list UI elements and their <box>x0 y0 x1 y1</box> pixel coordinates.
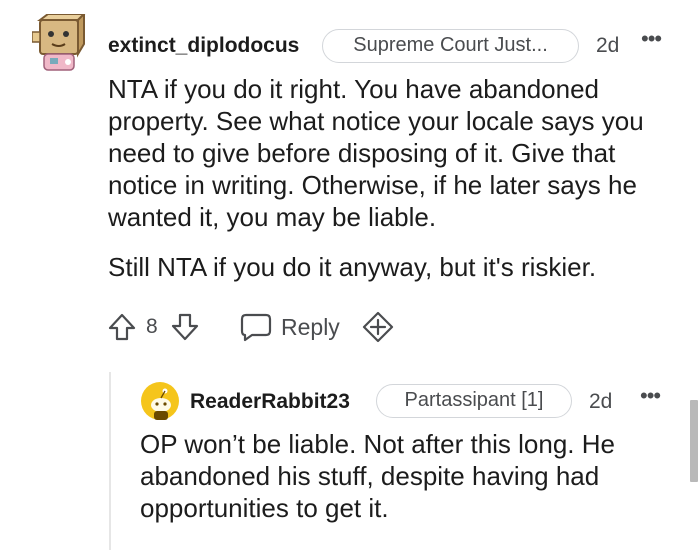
scrollbar[interactable] <box>690 400 698 482</box>
reply-label[interactable]: Reply <box>281 314 340 341</box>
add-award-icon <box>362 311 394 343</box>
reply-username[interactable]: ReaderRabbit23 <box>190 390 350 414</box>
diplodocus-avatar-icon <box>31 11 87 71</box>
reply-body: OP won’t be liable. Not after this long.… <box>140 429 615 523</box>
thread-line[interactable] <box>109 372 111 550</box>
avatar[interactable] <box>31 11 88 74</box>
downvote-button[interactable] <box>170 312 200 342</box>
more-options-button[interactable]: ••• <box>641 26 662 52</box>
snoo-avatar-icon <box>141 382 179 420</box>
comment-timestamp[interactable]: 2d <box>596 34 619 58</box>
reply-button[interactable] <box>240 312 272 342</box>
speech-bubble-icon <box>240 313 272 342</box>
comment-paragraph: Still NTA if you do it anyway, but it's … <box>108 252 597 282</box>
reply-avatar[interactable] <box>141 382 179 420</box>
more-options-button[interactable]: ••• <box>640 383 661 409</box>
comment-username[interactable]: extinct_diplodocus <box>108 34 299 58</box>
comment-body: NTA if you do it right. You have abandon… <box>108 73 688 301</box>
upvote-arrow-icon <box>108 313 136 341</box>
award-button[interactable] <box>361 311 395 343</box>
downvote-arrow-icon <box>171 313 199 341</box>
user-flair: Partassipant [1] <box>376 384 572 418</box>
comment-paragraph: NTA if you do it right. You have abandon… <box>108 74 644 232</box>
user-flair: Supreme Court Just... <box>322 29 579 63</box>
vote-count: 8 <box>146 315 158 338</box>
upvote-button[interactable] <box>107 312 137 342</box>
reply-timestamp[interactable]: 2d <box>589 390 612 414</box>
